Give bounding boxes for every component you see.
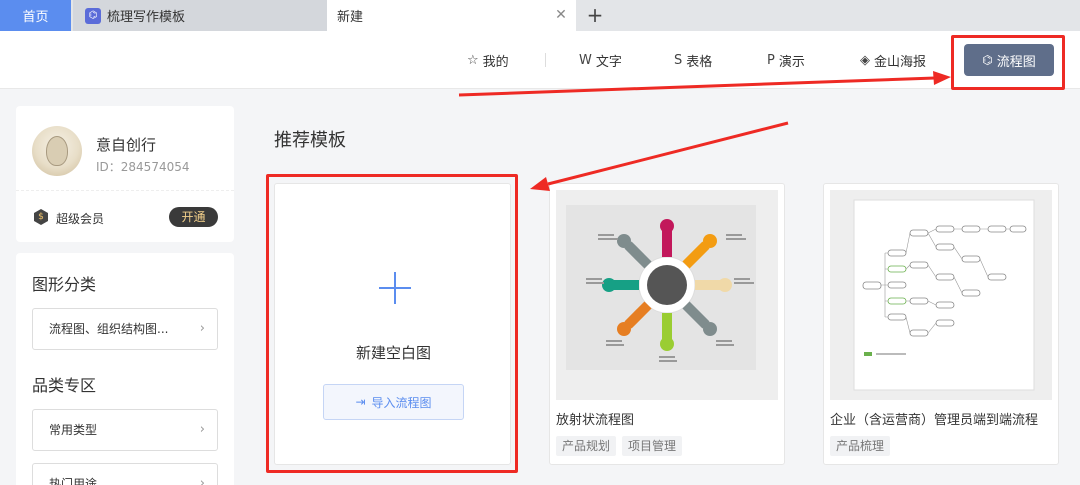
avatar-face [46, 136, 68, 166]
toolbar-sheet[interactable]: S 表格 [674, 50, 712, 70]
category-title: 图形分类 [32, 275, 97, 294]
template-thumbnail [556, 190, 778, 400]
tab-bar: 首页 ⌬ 梳理写作模板 新建 ✕ + [0, 0, 1080, 31]
toolbar-present[interactable]: P 演示 [767, 50, 805, 70]
toolbar-sheet-label: 表格 [686, 54, 713, 70]
avatar[interactable] [32, 126, 82, 176]
chevron-right-icon: › [199, 422, 205, 437]
template-title: 企业（含运营商）管理员端到端流程 [830, 413, 1039, 428]
chevron-right-icon: › [199, 321, 205, 336]
annotation-arrow-line [547, 121, 789, 186]
vip-row: $ 超级会员 开通 [16, 190, 234, 242]
toolbar: ☆ 我的 W 文字 S 表格 P 演示 ◈ 金山海报 ⌬ 流程图 [0, 31, 1080, 89]
template-tag[interactable]: 项目管理 [622, 436, 683, 456]
category-select[interactable]: 流程图、组织结构图... › [32, 308, 218, 350]
toolbar-text[interactable]: W 文字 [579, 50, 622, 70]
zone-popular-uses[interactable]: 热门用途 › [32, 463, 218, 485]
template-tag[interactable]: 产品梳理 [830, 436, 891, 456]
tab-template[interactable]: ⌬ 梳理写作模板 [73, 0, 327, 31]
new-tab-button[interactable]: + [584, 3, 606, 27]
section-title: 推荐模板 [274, 130, 346, 151]
presentation-icon: P [767, 52, 775, 68]
category-panel: 图形分类 流程图、组织结构图... › 品类专区 常用类型 › 热门用途 › [16, 253, 234, 485]
toolbar-poster-label: 金山海报 [874, 54, 927, 70]
toolbar-text-label: 文字 [595, 54, 622, 70]
user-card: 意自创行 ID：284574054 $ 超级会员 开通 [16, 106, 234, 242]
star-icon: ☆ [467, 52, 479, 68]
tab-template-label: 梳理写作模板 [107, 10, 186, 25]
template-thumbnail [830, 190, 1052, 400]
template-tag[interactable]: 产品规划 [556, 436, 617, 456]
toolbar-divider [545, 53, 546, 67]
toolbar-present-label: 演示 [778, 54, 805, 70]
user-id: ID：284574054 [96, 160, 190, 174]
vip-label: 超级会员 [56, 212, 105, 226]
category-select-label: 流程图、组织结构图... [49, 322, 169, 336]
tab-home-label: 首页 [22, 10, 49, 25]
vip-open-button[interactable]: 开通 [169, 207, 218, 227]
zone-common-types[interactable]: 常用类型 › [32, 409, 218, 451]
annotation-box-flowchart [951, 35, 1065, 90]
zone-title: 品类专区 [32, 376, 97, 395]
vip-icon: $ [34, 209, 48, 225]
annotation-box-blank [266, 174, 518, 473]
toolbar-mine-label: 我的 [482, 54, 509, 70]
toolbar-mine[interactable]: ☆ 我的 [467, 50, 509, 70]
tab-new-label: 新建 [337, 10, 364, 25]
zone-common-types-label: 常用类型 [49, 423, 98, 437]
tab-home[interactable]: 首页 [0, 0, 71, 31]
writer-icon: W [579, 52, 592, 68]
chevron-right-icon: › [199, 476, 205, 485]
template-title: 放射状流程图 [556, 413, 635, 428]
zone-popular-uses-label: 热门用途 [49, 477, 98, 485]
user-name: 意自创行 [96, 136, 157, 154]
flowchart-app-icon: ⌬ [85, 7, 101, 24]
poster-icon: ◈ [860, 52, 870, 68]
annotation-arrowhead [530, 177, 550, 191]
radial-flowchart-preview [566, 205, 756, 370]
template-card-process[interactable]: 企业（含运营商）管理员端到端流程 产品梳理 [823, 183, 1059, 465]
process-flowchart-preview [853, 199, 1035, 391]
tab-new[interactable]: 新建 ✕ [327, 0, 576, 31]
template-card-radial[interactable]: 放射状流程图 产品规划 项目管理 [549, 183, 785, 465]
close-icon[interactable]: ✕ [554, 8, 568, 22]
spreadsheet-icon: S [674, 52, 683, 68]
toolbar-poster[interactable]: ◈ 金山海报 [860, 50, 926, 70]
